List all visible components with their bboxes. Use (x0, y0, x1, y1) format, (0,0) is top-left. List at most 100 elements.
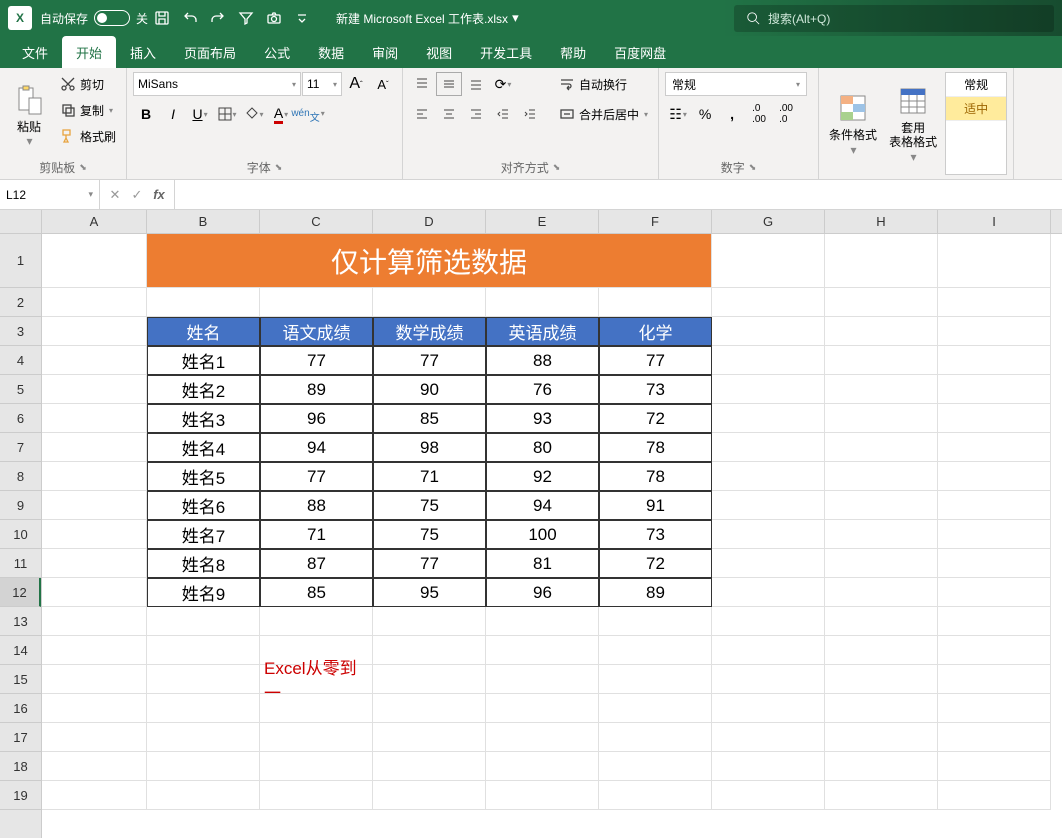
cell-H15[interactable] (825, 665, 938, 694)
cell-G3[interactable] (712, 317, 825, 346)
cell-I4[interactable] (938, 346, 1051, 375)
cell-D18[interactable] (373, 752, 486, 781)
save-icon[interactable] (148, 4, 176, 32)
cell-E16[interactable] (486, 694, 599, 723)
cell-A16[interactable] (42, 694, 147, 723)
cell-A11[interactable] (42, 549, 147, 578)
autosave-toggle[interactable]: 自动保存 关 (40, 10, 148, 27)
cell-D11[interactable]: 77 (373, 549, 486, 578)
cell-F10[interactable]: 73 (599, 520, 712, 549)
cell-H9[interactable] (825, 491, 938, 520)
cell-E12[interactable]: 96 (486, 578, 599, 607)
search-box[interactable]: 搜索(Alt+Q) (734, 5, 1054, 32)
cell-H4[interactable] (825, 346, 938, 375)
row-header-2[interactable]: 2 (0, 288, 41, 317)
cell-I9[interactable] (938, 491, 1051, 520)
cell-A10[interactable] (42, 520, 147, 549)
merge-center-button[interactable]: 合并后居中▾ (555, 102, 652, 126)
cell-B6[interactable]: 姓名3 (147, 404, 260, 433)
cell-B14[interactable] (147, 636, 260, 665)
cell-C17[interactable] (260, 723, 373, 752)
cell-H10[interactable] (825, 520, 938, 549)
cell-F13[interactable] (599, 607, 712, 636)
cell-H14[interactable] (825, 636, 938, 665)
cell-F17[interactable] (599, 723, 712, 752)
cancel-formula-icon[interactable]: ✕ (104, 187, 126, 203)
cell-F11[interactable]: 72 (599, 549, 712, 578)
cell-F8[interactable]: 78 (599, 462, 712, 491)
font-name-select[interactable]: MiSans▾ (133, 72, 301, 96)
copy-button[interactable]: 复制▾ (56, 98, 120, 122)
cell-I17[interactable] (938, 723, 1051, 752)
row-header-17[interactable]: 17 (0, 723, 41, 752)
cell-A5[interactable] (42, 375, 147, 404)
row-header-15[interactable]: 15 (0, 665, 41, 694)
cell-H2[interactable] (825, 288, 938, 317)
underline-button[interactable]: U▾ (187, 102, 213, 126)
italic-button[interactable]: I (160, 102, 186, 126)
cell-G18[interactable] (712, 752, 825, 781)
cell-A15[interactable] (42, 665, 147, 694)
align-left-icon[interactable] (409, 102, 435, 126)
align-bottom-icon[interactable] (463, 72, 489, 96)
col-header-C[interactable]: C (260, 210, 373, 233)
orientation-icon[interactable]: ⟳▾ (490, 72, 516, 96)
col-header-G[interactable]: G (712, 210, 825, 233)
cell-C11[interactable]: 87 (260, 549, 373, 578)
cell-I15[interactable] (938, 665, 1051, 694)
cell-D4[interactable]: 77 (373, 346, 486, 375)
cell-G17[interactable] (712, 723, 825, 752)
cell-C9[interactable]: 88 (260, 491, 373, 520)
style-normal[interactable]: 常规 (946, 73, 1006, 97)
decrease-indent-icon[interactable] (490, 102, 516, 126)
cell-G10[interactable] (712, 520, 825, 549)
menu-tab-视图[interactable]: 视图 (412, 36, 466, 68)
select-all-corner[interactable] (0, 210, 41, 234)
cell-F19[interactable] (599, 781, 712, 810)
align-middle-icon[interactable] (436, 72, 462, 96)
cell-A13[interactable] (42, 607, 147, 636)
cell-A19[interactable] (42, 781, 147, 810)
cell-H12[interactable] (825, 578, 938, 607)
filter-icon[interactable] (232, 4, 260, 32)
cell-E9[interactable]: 94 (486, 491, 599, 520)
menu-tab-百度网盘[interactable]: 百度网盘 (600, 36, 680, 68)
comma-icon[interactable]: , (719, 102, 745, 126)
cell-D10[interactable]: 75 (373, 520, 486, 549)
align-center-icon[interactable] (436, 102, 462, 126)
cell-I11[interactable] (938, 549, 1051, 578)
menu-tab-开发工具[interactable]: 开发工具 (466, 36, 546, 68)
cell-D5[interactable]: 90 (373, 375, 486, 404)
cell-E18[interactable] (486, 752, 599, 781)
menu-tab-页面布局[interactable]: 页面布局 (170, 36, 250, 68)
style-good[interactable]: 适中 (946, 97, 1006, 121)
cell-H19[interactable] (825, 781, 938, 810)
cell-C8[interactable]: 77 (260, 462, 373, 491)
cell-D2[interactable] (373, 288, 486, 317)
cell-F12[interactable]: 89 (599, 578, 712, 607)
percent-icon[interactable]: % (692, 102, 718, 126)
row-header-14[interactable]: 14 (0, 636, 41, 665)
fill-color-button[interactable]: ▾ (241, 102, 267, 126)
cell-E5[interactable]: 76 (486, 375, 599, 404)
formula-input[interactable] (175, 180, 1062, 209)
cell-C16[interactable] (260, 694, 373, 723)
cell-I18[interactable] (938, 752, 1051, 781)
cell-E11[interactable]: 81 (486, 549, 599, 578)
cell-G6[interactable] (712, 404, 825, 433)
cell-B9[interactable]: 姓名6 (147, 491, 260, 520)
cell-F5[interactable]: 73 (599, 375, 712, 404)
cell-G5[interactable] (712, 375, 825, 404)
cell-C19[interactable] (260, 781, 373, 810)
cell-B15[interactable] (147, 665, 260, 694)
cell-E17[interactable] (486, 723, 599, 752)
cell-E6[interactable]: 93 (486, 404, 599, 433)
cell-B12[interactable]: 姓名9 (147, 578, 260, 607)
phonetic-button[interactable]: wén文▾ (295, 102, 321, 126)
col-header-D[interactable]: D (373, 210, 486, 233)
cell-B10[interactable]: 姓名7 (147, 520, 260, 549)
border-button[interactable]: ▾ (214, 102, 240, 126)
cell-B18[interactable] (147, 752, 260, 781)
cell-C3[interactable]: 语文成绩 (260, 317, 373, 346)
cell-G19[interactable] (712, 781, 825, 810)
